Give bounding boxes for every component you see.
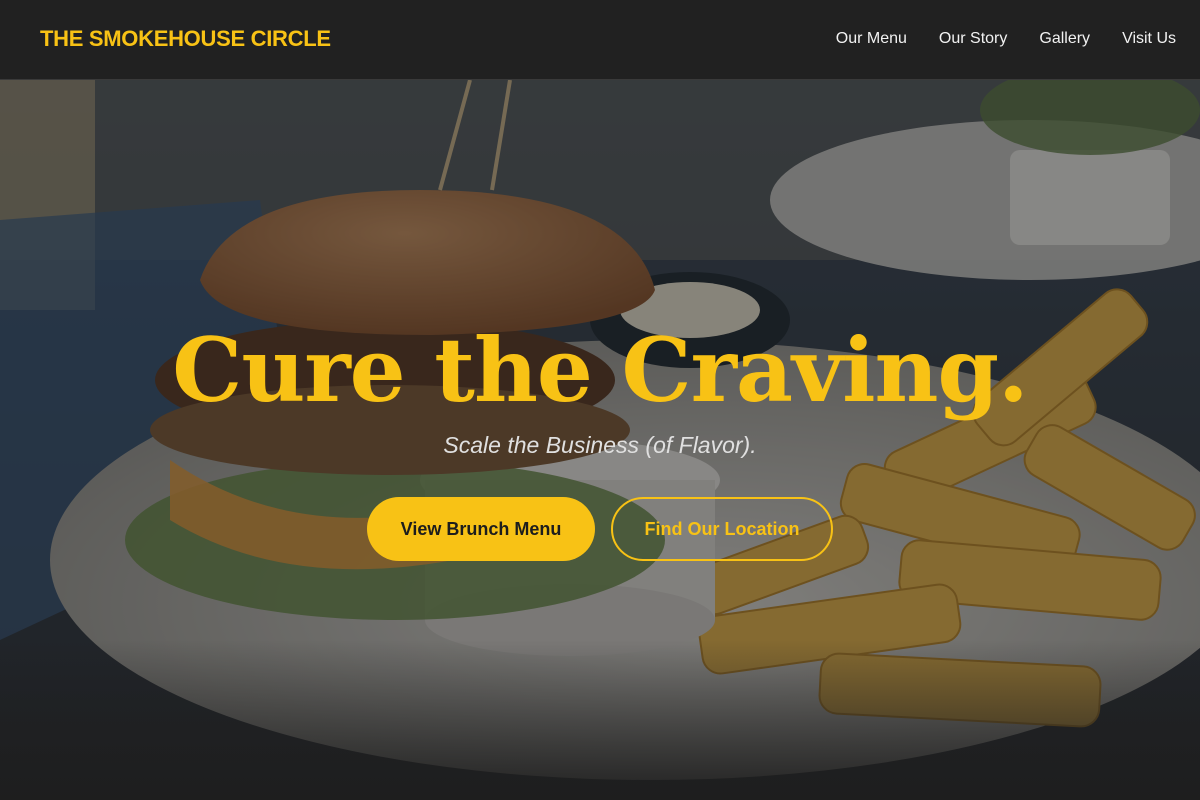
- hero-section: Cure the Craving. Scale the Business (of…: [0, 80, 1200, 800]
- nav-item-visit-us[interactable]: Visit Us: [1122, 30, 1176, 48]
- nav-item-gallery[interactable]: Gallery: [1039, 30, 1090, 48]
- hero-bottom-fade: [0, 640, 1200, 800]
- hero-headline: Cure the Craving.: [172, 318, 1028, 422]
- site-header: THE SMOKEHOUSE CIRCLE Our Menu Our Story…: [0, 0, 1200, 80]
- nav-item-our-menu[interactable]: Our Menu: [836, 30, 907, 48]
- main-nav: Our Menu Our Story Gallery Visit Us: [836, 30, 1176, 48]
- hero-tagline: Scale the Business (of Flavor).: [443, 432, 757, 458]
- nav-item-our-story[interactable]: Our Story: [939, 30, 1007, 48]
- view-brunch-menu-button[interactable]: View Brunch Menu: [367, 497, 595, 561]
- brand-logo[interactable]: THE SMOKEHOUSE CIRCLE: [40, 26, 331, 52]
- find-location-button[interactable]: Find Our Location: [611, 497, 833, 561]
